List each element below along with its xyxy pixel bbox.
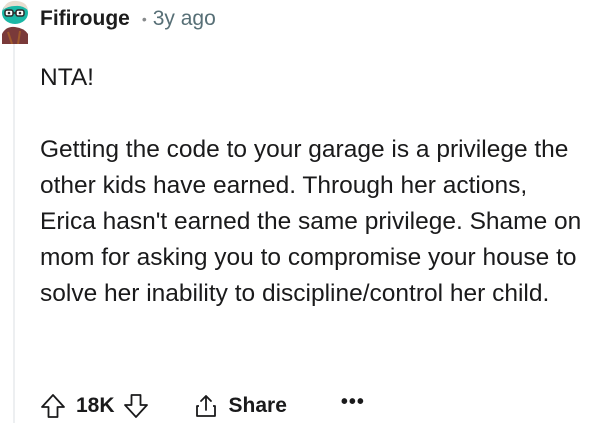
author-username[interactable]: Fifirouge — [40, 7, 130, 31]
vote-count: 18K — [76, 394, 115, 417]
downvote-arrow-icon[interactable] — [123, 393, 149, 419]
comment-body: NTA! Getting the code to your garage is … — [40, 60, 585, 312]
overflow-menu-icon[interactable]: ••• — [341, 392, 365, 420]
comment-age: 3y ago — [152, 7, 216, 30]
share-button-label: Share — [228, 394, 287, 417]
snoo-avatar-icon[interactable] — [0, 0, 30, 45]
comment-action-bar: 18K Share ••• — [40, 386, 365, 423]
comment-paragraph: NTA! — [40, 64, 94, 91]
comment: Fifirouge • 3y ago NTA! Getting the code… — [0, 0, 591, 423]
thread-line[interactable] — [13, 44, 15, 423]
upvote-arrow-icon[interactable] — [40, 393, 66, 419]
share-icon — [193, 393, 219, 419]
comment-header: Fifirouge • 3y ago — [40, 4, 216, 34]
comment-paragraph: Getting the code to your garage is a pri… — [40, 136, 582, 307]
meta-separator: • — [141, 11, 147, 27]
share-button[interactable]: Share — [193, 393, 287, 419]
